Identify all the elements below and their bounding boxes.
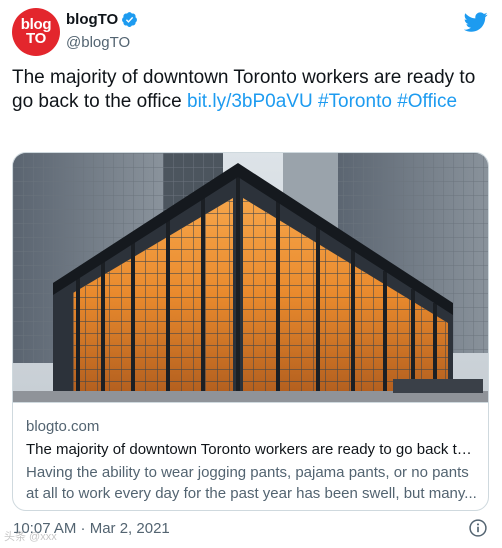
card-description-line-1: Having the ability to wear jogging pants… <box>26 464 469 481</box>
card-description: Having the ability to wear jogging pants… <box>26 462 478 504</box>
card-image-office-building[interactable] <box>13 153 489 402</box>
info-icon[interactable] <box>468 518 488 538</box>
hashtag-office[interactable]: #Office <box>397 91 457 112</box>
twitter-bird-icon[interactable] <box>464 10 488 34</box>
watermark: 头条 @xxx <box>4 531 57 543</box>
hashtag-toronto[interactable]: #Toronto <box>318 91 392 112</box>
card-domain: blogto.com <box>26 418 100 435</box>
card-description-line-2: at all to work every day for the past ye… <box>26 485 477 502</box>
author-name-row[interactable]: blogTO <box>66 11 138 28</box>
verified-badge-icon <box>122 12 138 27</box>
tweet-link[interactable]: bit.ly/3bP0aVU <box>187 91 313 112</box>
tweet-embed: blog TO blogTO @blogTO The majority of d… <box>0 0 502 548</box>
account-handle[interactable]: @blogTO <box>66 34 130 51</box>
tweet-text: The majority of downtown Toronto workers… <box>12 66 490 114</box>
avatar-text-bottom: TO <box>26 30 46 47</box>
link-card[interactable]: blogto.com The majority of downtown Toro… <box>12 152 489 511</box>
card-body[interactable]: blogto.com The majority of downtown Toro… <box>13 402 488 510</box>
display-name[interactable]: blogTO <box>66 11 118 28</box>
avatar[interactable]: blog TO <box>12 8 60 56</box>
card-title: The majority of downtown Toronto workers… <box>26 441 478 458</box>
